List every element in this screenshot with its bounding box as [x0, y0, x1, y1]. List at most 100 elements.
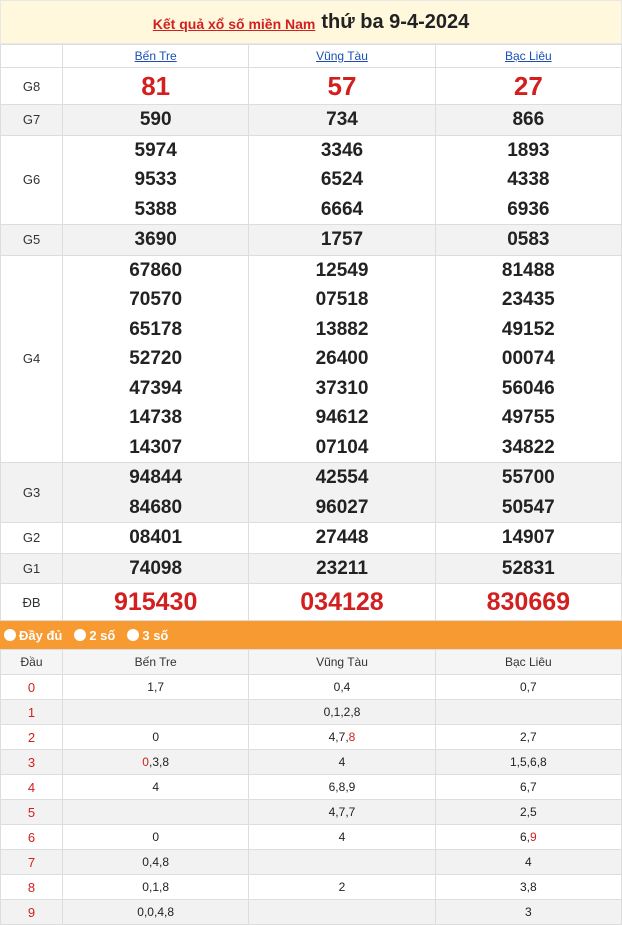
loto-row: 7 0,4,8 4 [0, 849, 622, 875]
prize-number: 915430 [113, 588, 198, 616]
loto-table: Đầu Bến Tre Vũng Tàu Bạc Liêu 0 1,7 0,4 0,7… [0, 649, 622, 925]
prize-number: 57 [327, 71, 357, 101]
prize-cell: 866 [434, 104, 622, 136]
prize-cell: 0583 [434, 224, 622, 256]
prize-number: 70570 [129, 289, 183, 310]
prize-number: 0583 [507, 229, 550, 250]
loto-head-digit: 5 [0, 799, 63, 825]
loto-head-digit: 0 [0, 674, 63, 700]
loto-cell: 0,0,4,8 [61, 899, 250, 925]
loto-cell: 1,5,6,8 [434, 749, 622, 775]
prize-number: 14738 [129, 407, 183, 428]
loto-row: 8 0,1,8 2 3,8 [0, 874, 622, 900]
loto-cell: 6,9 [434, 824, 622, 850]
prize-number: 37310 [315, 377, 369, 399]
header-empty-cell [0, 44, 63, 68]
loto-row: 0 1,7 0,4 0,7 [0, 674, 622, 700]
loto-cell: 3,8 [434, 874, 622, 900]
loto-cell: 0,7 [434, 674, 622, 700]
loto-head-digit: 9 [0, 899, 63, 925]
prize-row: ĐB 915430 034128 830669 [0, 583, 622, 621]
prize-row: G8 81 57 27 [0, 67, 622, 105]
prize-cell: 830669 [434, 583, 622, 621]
prize-number: 55700 [501, 467, 555, 488]
prize-number: 96027 [315, 496, 369, 518]
province-link[interactable]: Vũng Tàu [316, 49, 368, 63]
loto-cell [248, 849, 436, 875]
radio-icon[interactable] [4, 629, 16, 641]
option-2-digits[interactable]: 2 số [74, 628, 115, 643]
highlight-digit: 0 [142, 755, 149, 769]
prize-number: 6936 [507, 198, 550, 220]
results-link[interactable]: Kết quả xổ số miền Nam [153, 16, 316, 32]
option-3-digits[interactable]: 3 số [127, 628, 168, 643]
loto-head-digit: 8 [0, 874, 63, 900]
radio-icon[interactable] [74, 629, 87, 641]
option-full[interactable]: Đầy đủ [4, 628, 62, 643]
prize-cell: 734 [248, 104, 436, 136]
prize-label: G4 [0, 254, 63, 463]
loto-row: 3 0,3,8 4 1,5,6,8 [0, 749, 622, 775]
prize-number: 034128 [300, 588, 384, 616]
prize-number: 65178 [129, 318, 183, 340]
loto-cell: 4,7,7 [248, 799, 436, 825]
loto-row: 5 4,7,7 2,5 [0, 799, 622, 825]
prize-number: 866 [512, 109, 545, 130]
prize-number: 5388 [134, 198, 177, 220]
page-title-bar: Kết quả xổ số miền Nam thứ ba 9-4-2024 [0, 0, 622, 44]
prize-cell: 94844 84680 [61, 462, 250, 523]
prize-number: 9533 [134, 169, 177, 190]
loto-row: 2 0 4,7,8 2,7 [0, 724, 622, 750]
prize-label: G2 [0, 522, 63, 554]
province-header-cell: Bến Tre [61, 44, 250, 68]
province-header-cell: Bạc Liêu [434, 44, 622, 68]
loto-cell: 0,1,2,8 [248, 699, 436, 725]
prize-number: 1893 [507, 139, 550, 161]
province-header-cell: Vũng Tàu [248, 44, 436, 68]
prize-number: 734 [326, 109, 358, 130]
loto-head-digit: 6 [0, 824, 63, 850]
prize-cell: 590 [61, 104, 250, 136]
province-link[interactable]: Bạc Liêu [505, 49, 552, 63]
prize-cell: 1757 [248, 224, 436, 256]
prize-number: 94612 [315, 407, 369, 428]
prize-number: 3346 [320, 139, 364, 161]
prize-cell: 915430 [61, 583, 250, 621]
prize-number: 26400 [315, 348, 369, 369]
prize-number: 14307 [129, 436, 183, 458]
prize-cell: 42554 96027 [248, 462, 436, 523]
prize-number: 590 [139, 109, 172, 130]
loto-row: 9 0,0,4,8 3 [0, 899, 622, 925]
prize-label: G5 [0, 224, 63, 256]
prize-cell: 3346 6524 6664 [248, 134, 436, 225]
prize-label: G3 [0, 462, 63, 523]
radio-icon[interactable] [127, 629, 140, 641]
prize-cell: 52831 [434, 552, 622, 584]
prize-number: 00074 [501, 348, 555, 369]
highlight-digit: 9 [530, 830, 537, 844]
prize-number: 50547 [501, 496, 555, 518]
loto-head-digit: 7 [0, 849, 63, 875]
loto-head-digit: 3 [0, 749, 63, 775]
province-header-row: Bến Tre Vũng Tàu Bạc Liêu [0, 44, 622, 68]
loto-cell: 0 [61, 724, 250, 750]
prize-number: 1757 [320, 229, 364, 250]
prize-row: G6 5974 9533 5388 3346 6524 6664 1893 4338 6936 [0, 134, 622, 225]
loto-cell [61, 799, 250, 825]
prize-cell: 27448 [248, 522, 436, 554]
prize-number: 08401 [129, 527, 183, 548]
loto-cell: 4 [61, 774, 250, 800]
prize-cell: 55700 50547 [434, 462, 622, 523]
prize-number: 84680 [129, 496, 183, 518]
prize-number: 47394 [129, 377, 183, 399]
loto-cell: 6,8,9 [248, 774, 436, 800]
loto-head-digit: 1 [0, 699, 63, 725]
loto-cell: 2,7 [434, 724, 622, 750]
loto-cell: 2 [248, 874, 436, 900]
province-link[interactable]: Bến Tre [135, 49, 177, 63]
loto-cell: 3 [434, 899, 622, 925]
loto-cell [434, 699, 622, 725]
loto-row: 4 4 6,8,9 6,7 [0, 774, 622, 800]
prize-label: ĐB [0, 583, 63, 621]
prize-cell: 5974 9533 5388 [61, 134, 250, 225]
